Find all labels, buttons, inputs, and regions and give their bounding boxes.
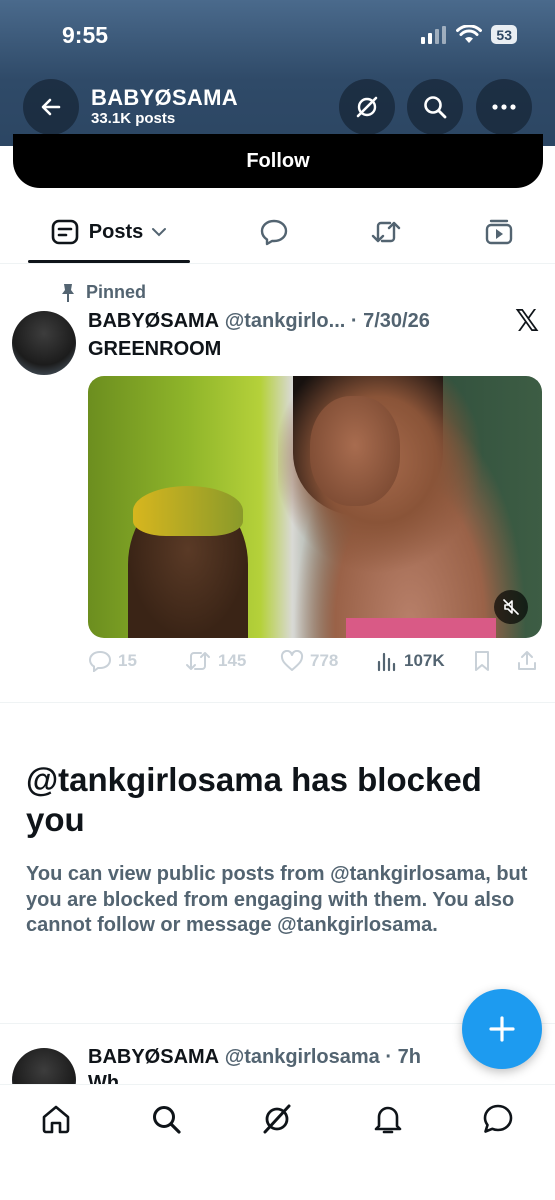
arrow-left-icon — [41, 98, 61, 116]
share-action[interactable] — [516, 650, 538, 672]
search-button[interactable] — [407, 79, 463, 135]
more-horizontal-icon — [492, 104, 516, 110]
nav-search[interactable] — [146, 1099, 186, 1139]
pinned-label: Pinned — [60, 282, 146, 303]
post-actions: 15 145 778 107K — [88, 650, 542, 676]
status-time: 9:55 — [62, 22, 109, 48]
profile-post-count: 33.1K posts — [91, 110, 176, 127]
nav-grok[interactable] — [257, 1099, 297, 1139]
bookmark-icon — [475, 651, 489, 671]
like-count: 778 — [310, 651, 339, 670]
video-icon — [485, 219, 513, 245]
repost-icon — [371, 221, 401, 243]
reply-count: 15 — [118, 651, 137, 670]
status-icons: 53 — [421, 25, 517, 44]
reply-bubble-icon — [260, 219, 288, 246]
author-name[interactable]: BABYØSAMA — [88, 1046, 219, 1068]
nav-home[interactable] — [36, 1099, 76, 1139]
profile-name: BABYØSAMA — [91, 85, 238, 110]
profile-header: 9:55 53 BABYØSAMA 33.1K posts — [0, 0, 555, 146]
search-icon — [424, 96, 447, 119]
search-icon — [153, 1106, 181, 1134]
plus-icon — [489, 1016, 515, 1042]
post-text: Wh... — [88, 1072, 136, 1084]
nav-notifications[interactable] — [368, 1099, 408, 1139]
grok-icon — [356, 96, 378, 118]
reply-icon — [88, 650, 112, 672]
x-logo-icon: 𝕏 — [515, 305, 540, 338]
views-count: 107K — [404, 651, 445, 670]
author-name[interactable]: BABYØSAMA — [88, 310, 219, 332]
chevron-down-icon — [152, 228, 167, 237]
author-handle[interactable]: @tankgirlo... — [225, 310, 346, 332]
bookmark-action[interactable] — [472, 650, 492, 672]
post-header: BABYØSAMA @tankgirlo... · 7/30/26 — [88, 310, 430, 333]
post-date: · 7/30/26 — [350, 310, 430, 332]
heart-icon — [280, 650, 304, 671]
pinned-text: Pinned — [86, 282, 147, 302]
tab-active-underline — [28, 260, 190, 263]
nav-messages[interactable] — [478, 1099, 518, 1139]
share-icon — [518, 651, 536, 670]
repost-count: 145 — [218, 651, 247, 670]
posts-tab-icon — [51, 219, 79, 245]
author-handle[interactable]: @tankgirlosama — [225, 1046, 380, 1068]
video-clothing — [346, 618, 496, 638]
like-action[interactable]: 778 — [280, 650, 338, 672]
tab-replies[interactable] — [250, 200, 298, 264]
blocked-description: You can view public posts from @tankgirl… — [26, 863, 528, 936]
avatar[interactable] — [12, 311, 76, 375]
battery-indicator: 53 — [491, 25, 517, 44]
profile-tabs: Posts — [0, 200, 555, 264]
grok-icon — [263, 1104, 291, 1134]
video-face — [310, 396, 400, 506]
bell-icon — [374, 1106, 402, 1134]
tab-reposts[interactable] — [362, 200, 410, 264]
reply-action[interactable]: 15 — [88, 650, 137, 672]
tab-posts[interactable]: Posts — [28, 200, 190, 264]
post-video[interactable] — [88, 376, 542, 638]
more-options-button[interactable] — [476, 79, 532, 135]
post-time: · 7h — [385, 1046, 421, 1068]
views-action[interactable]: 107K — [376, 650, 445, 672]
views-chart-icon — [377, 652, 396, 672]
home-icon — [42, 1105, 70, 1134]
grok-button[interactable] — [339, 79, 395, 135]
bottom-nav — [0, 1084, 555, 1200]
repost-icon — [186, 652, 210, 670]
wifi-icon — [456, 25, 483, 43]
post-text: GREENROOM — [88, 338, 222, 360]
video-hair — [133, 486, 243, 536]
follow-button[interactable]: Follow — [13, 134, 543, 188]
blocked-title: @tankgirlosama has blocked you — [26, 761, 482, 838]
post-divider — [0, 702, 555, 703]
cellular-signal-icon — [421, 25, 447, 44]
repost-action[interactable]: 145 — [184, 650, 246, 672]
muted-speaker-icon — [503, 599, 519, 615]
pin-icon — [62, 283, 74, 302]
post-header: BABYØSAMA @tankgirlosama · 7h — [88, 1046, 421, 1069]
chat-bubble-icon — [483, 1104, 513, 1133]
tab-posts-label: Posts — [88, 220, 144, 243]
tab-media[interactable] — [475, 200, 523, 264]
mute-button[interactable] — [494, 590, 528, 624]
compose-post-button[interactable] — [462, 989, 542, 1069]
back-button[interactable] — [23, 79, 79, 135]
